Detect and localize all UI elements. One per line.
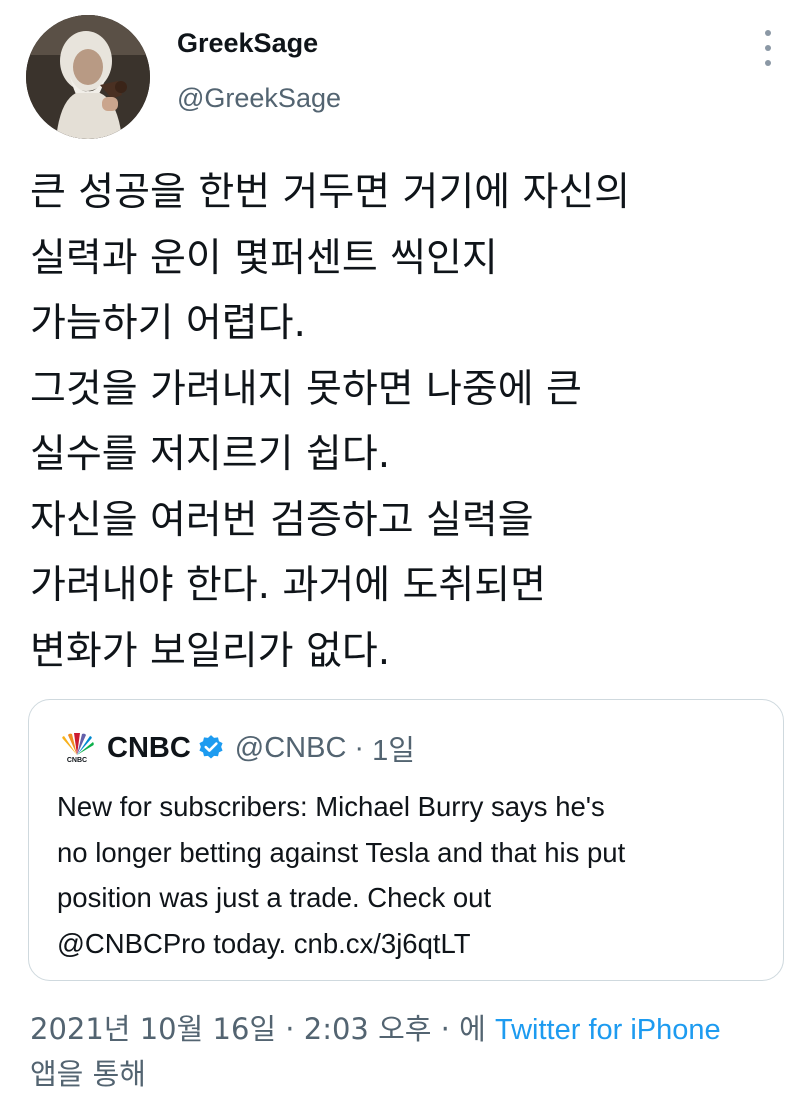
- quoted-tweet-header: CNBC CNBC @CNBC · 1일: [59, 727, 415, 769]
- more-vertical-icon[interactable]: [754, 30, 782, 66]
- tweet-footer: 2021년 10월 16일 · 2:03 오후 · 에 Twitter for …: [30, 1007, 790, 1096]
- author-display-name[interactable]: GreekSage: [177, 28, 318, 59]
- author-handle[interactable]: @GreekSage: [177, 83, 341, 114]
- quoted-author-handle[interactable]: @CNBC: [235, 732, 347, 765]
- verified-badge-icon: [199, 735, 223, 759]
- tweet-text: 큰 성공을 한번 거두면 거기에 자신의 실력과 운이 몇퍼센트 씩인지 가늠하…: [30, 160, 790, 684]
- quoted-tweet-card[interactable]: CNBC CNBC @CNBC · 1일 New for subscribers…: [28, 699, 784, 981]
- quoted-author-name[interactable]: CNBC: [107, 732, 191, 765]
- tweet-text-line: 자신을 여러번 검증하고 실력을: [30, 497, 534, 543]
- tweet-source-link[interactable]: Twitter for iPhone: [495, 1014, 721, 1046]
- tweet-timestamp[interactable]: 2021년 10월 16일 · 2:03 오후 · 에: [30, 1012, 486, 1046]
- tweet-text-line: 큰 성공을 한번 거두면 거기에 자신의: [30, 170, 631, 215]
- meta-separator: ·: [354, 731, 365, 764]
- quoted-tweet-time[interactable]: 1일: [372, 727, 415, 769]
- tweet-text-line: 가늠하기 어렵다.: [30, 301, 306, 346]
- quoted-text-line: @CNBCPro today. cnb.cx/3j6qtLT: [57, 927, 471, 959]
- quoted-text-line: position was just a trade. Check out: [57, 882, 492, 913]
- tweet-source-suffix: 앱을 통해: [30, 1057, 146, 1091]
- avatar[interactable]: [26, 15, 150, 139]
- quoted-text-line: New for subscribers: Michael Burry says …: [57, 791, 605, 822]
- tweet-text-line: 가려내야 한다. 과거에 도취되면: [30, 563, 547, 608]
- tweet-text-line: 그것을 가려내지 못하면 나중에 큰: [30, 366, 582, 412]
- tweet-text-line: 실력과 운이 몇퍼센트 씩인지: [30, 235, 498, 281]
- tweet-text-line: 변화가 보일리가 없다.: [30, 628, 391, 674]
- tweet-text-line: 실수를 저지르기 쉽다.: [30, 432, 391, 477]
- quoted-text-line: no longer betting against Tesla and that…: [57, 836, 626, 868]
- tweet-timestamp-line: 2021년 10월 16일 · 2:03 오후 · 에 Twitter for …: [30, 1007, 790, 1052]
- wizard-avatar-image: [26, 15, 150, 139]
- svg-text:CNBC: CNBC: [67, 757, 87, 763]
- cnbc-peacock-logo-icon: CNBC: [61, 733, 94, 763]
- quoted-tweet-text: New for subscribers: Michael Burry says …: [57, 784, 767, 966]
